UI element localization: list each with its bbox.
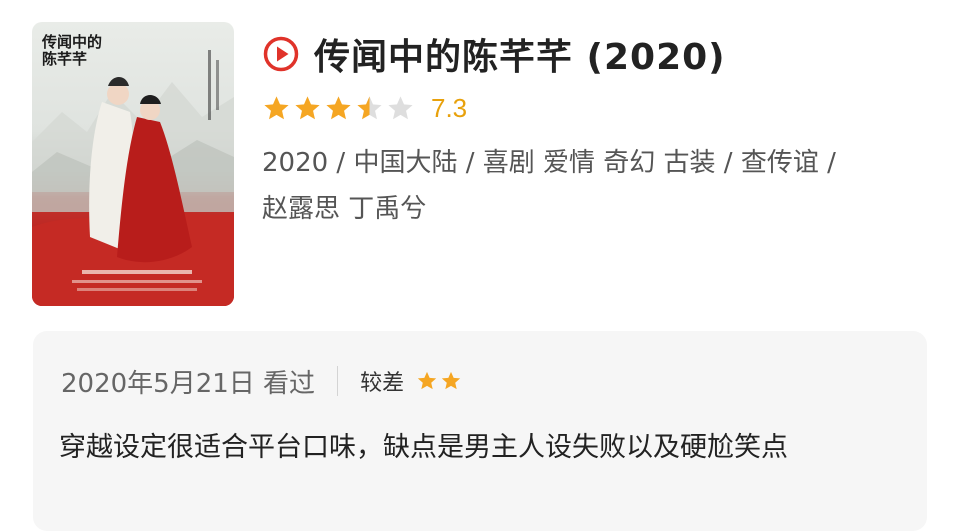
review-header: 2020年5月21日 看过 较差 <box>61 361 464 401</box>
movie-meta: 2020 / 中国大陆 / 喜剧 爱情 奇幻 古装 / 查传谊 / 赵露思 丁禹… <box>262 140 922 232</box>
review-rating-label: 较差 <box>360 371 405 396</box>
review-date-status: 2020年5月21日 看过 <box>61 368 316 399</box>
review-text: 穿越设定很适合平台口味，缺点是男主人设失败以及硬尬笑点 <box>59 432 788 463</box>
star-icon <box>295 95 320 119</box>
star-icon <box>264 95 289 119</box>
user-review-card[interactable]: 2020年5月21日 看过 较差 穿越设定很适合平台口味，缺点是男主人设失败以及… <box>33 331 927 531</box>
poster-title-calligraphy: 传闻中的陈芊芊 <box>42 33 103 68</box>
review-divider <box>337 366 339 396</box>
movie-rating: 7.3 <box>262 88 467 128</box>
movie-title[interactable]: 传闻中的陈芊芊 (2020) <box>314 28 726 80</box>
meta-line-1: 2020 / 中国大陆 / 喜剧 爱情 奇幻 古装 / 查传谊 / <box>262 148 836 178</box>
review-rating-stars <box>416 370 464 392</box>
play-circle-icon <box>262 35 300 73</box>
star-half-icon <box>357 95 382 119</box>
movie-poster[interactable]: 传闻中的陈芊芊 <box>32 22 234 306</box>
rating-stars <box>262 94 417 123</box>
star-icon <box>417 371 437 390</box>
star-empty-icon <box>388 95 413 119</box>
meta-line-2: 赵露思 丁禹兮 <box>262 194 427 224</box>
movie-title-row[interactable]: 传闻中的陈芊芊 (2020) <box>262 28 726 80</box>
rating-score: 7.3 <box>431 92 468 123</box>
star-icon <box>441 371 461 390</box>
star-icon <box>326 95 351 119</box>
